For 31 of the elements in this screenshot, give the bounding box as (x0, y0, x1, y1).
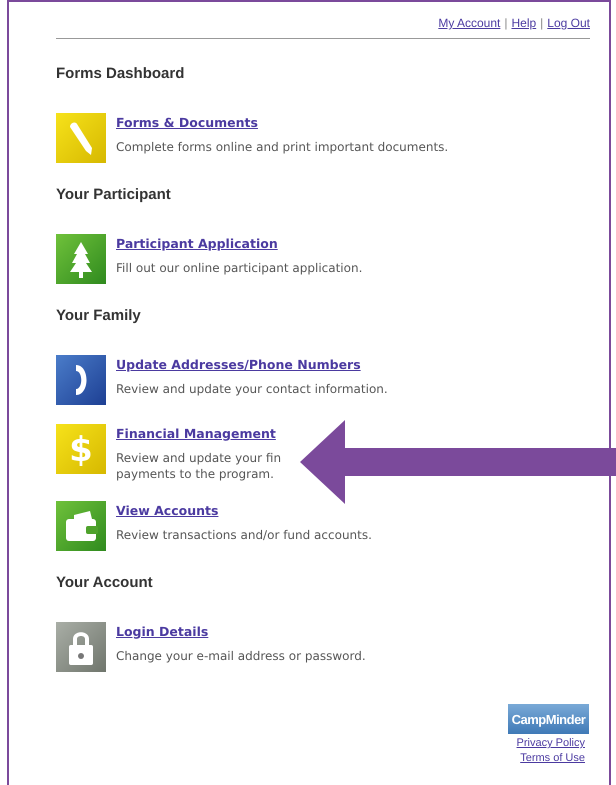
footer-link[interactable]: Terms of Use (520, 752, 585, 764)
link-separator: | (504, 16, 508, 30)
item-description: Fill out our online participant application. (116, 260, 362, 276)
item-description: Review and update your fin (116, 450, 282, 466)
section-heading: Your Participant (56, 185, 172, 205)
brand-logo: CampMinder (508, 704, 589, 734)
item-link[interactable]: Participant Application (116, 236, 278, 251)
item-description: Change your e-mail address or password. (116, 648, 366, 664)
link-separator: | (540, 16, 544, 30)
dollar-icon: $ (56, 424, 106, 474)
section-heading: Your Family (56, 306, 142, 326)
item-description: payments to the program. (116, 466, 275, 482)
footer-link[interactable]: Privacy Policy (516, 737, 585, 749)
item-link[interactable]: Login Details (116, 624, 208, 639)
lock-icon (56, 622, 106, 672)
pencil-icon (56, 113, 106, 163)
item-description: Complete forms online and print important documents. (116, 139, 448, 155)
phone-icon (56, 355, 106, 405)
item-link[interactable]: View Accounts (116, 503, 218, 518)
wallet-icon (56, 501, 106, 551)
item-description: Review and update your contact information. (116, 381, 388, 397)
account-link[interactable]: Log Out (547, 16, 590, 30)
item-link[interactable]: Update Addresses/Phone Numbers (116, 357, 361, 372)
item-link[interactable]: Forms & Documents (116, 115, 258, 130)
section-heading: Your Account (56, 573, 154, 593)
tree-icon (56, 234, 106, 284)
section-heading: Forms Dashboard (56, 64, 186, 84)
account-link[interactable]: Help (511, 16, 536, 30)
account-link[interactable]: My Account (438, 16, 500, 30)
item-description: Review transactions and/or fund accounts. (116, 527, 372, 543)
item-link[interactable]: Financial Management (116, 426, 276, 441)
